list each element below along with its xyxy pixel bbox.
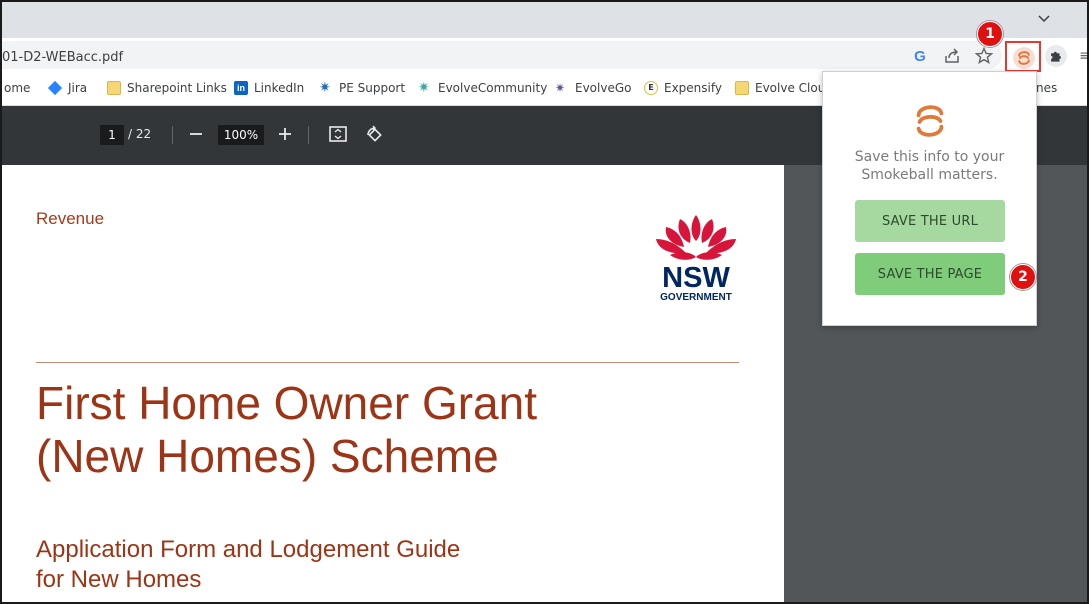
smokeball-extension-button[interactable] [1005, 41, 1041, 72]
toolbar: 01-D2-WEBacc.pdf G ≡ [2, 38, 1087, 72]
bookmark-overflow[interactable]: nes [1036, 81, 1057, 95]
bookmark-sharepoint-links[interactable]: Sharepoint Links [107, 81, 227, 95]
bookmark-evolvecommunity[interactable]: ✷ EvolveCommunity [418, 81, 547, 95]
save-page-button[interactable]: SAVE THE PAGE [855, 253, 1005, 295]
title-line-2: (New Homes) Scheme [36, 430, 499, 482]
fit-to-page-icon[interactable] [327, 123, 349, 145]
nsw-logo-text: NSW [662, 262, 730, 294]
bookmark-home[interactable]: ome [4, 81, 30, 95]
address-bar[interactable]: 01-D2-WEBacc.pdf [2, 41, 1002, 69]
folder-icon [107, 81, 121, 95]
browser-menu-icon[interactable]: ≡ [1075, 46, 1087, 66]
subtitle-line-2: for New Homes [36, 566, 202, 593]
gear-icon: ✷ [319, 80, 331, 96]
page-total: / 22 [128, 127, 152, 141]
bookmark-star-icon[interactable] [974, 46, 994, 66]
subtitle-line-1: Application Form and Lodgement Guide [36, 536, 461, 563]
address-text[interactable]: 01-D2-WEBacc.pdf [2, 50, 123, 65]
zoom-input[interactable]: 100% [218, 125, 264, 145]
google-lens-icon[interactable]: G [910, 46, 930, 66]
toolbar-divider [172, 126, 173, 144]
tab-strip [2, 2, 1087, 38]
popup-message-line-1: Save this info to your [854, 149, 1005, 165]
government-logo-text: GOVERNMENT [660, 292, 732, 303]
title-line-1: First Home Owner Grant [36, 377, 537, 429]
bookmark-label: Sharepoint Links [127, 81, 227, 95]
bookmark-linkedin[interactable]: in LinkedIn [234, 81, 304, 95]
bookmark-label: PE Support [339, 81, 406, 95]
bookmark-evolvego[interactable]: ✷ EvolveGo [555, 81, 631, 95]
linkedin-icon: in [234, 81, 248, 95]
document-subtitle: Application Form and Lodgement Guide for… [36, 535, 460, 595]
chevron-down-icon[interactable] [1032, 8, 1056, 30]
smokeball-popup: Save this info to your Smokeball matters… [822, 71, 1037, 326]
bookmark-pe-support[interactable]: ✷ PE Support [319, 81, 405, 95]
browser-window: 01-D2-WEBacc.pdf G ≡ [0, 0, 1089, 604]
bookmark-label: Jira [68, 81, 88, 95]
gear-icon: ✷ [555, 81, 566, 95]
bookmark-label: EvolveCommunity [438, 81, 548, 95]
page-number-input[interactable]: 1 [100, 125, 124, 145]
bookmark-jira[interactable]: Jira [47, 80, 88, 96]
bookmark-label: ome [4, 81, 31, 95]
bookmark-label: nes [1036, 81, 1058, 95]
document-title: First Home Owner Grant (New Homes) Schem… [36, 377, 537, 483]
revenue-label: Revenue [36, 209, 105, 228]
smokeball-icon [1013, 47, 1035, 69]
pdf-page: Revenue NSW GOVERNMENT First Home Owner … [2, 165, 784, 602]
bookmark-label: LinkedIn [254, 81, 305, 95]
share-icon[interactable] [942, 46, 962, 66]
extensions-puzzle-icon[interactable] [1045, 45, 1067, 67]
bookmark-label: EvolveGo [575, 81, 632, 95]
nsw-government-logo: NSW GOVERNMENT [656, 215, 736, 303]
step-marker-2: 2 [1010, 264, 1036, 290]
popup-message-line-2: Smokeball matters. [861, 167, 998, 183]
jira-icon [47, 80, 63, 96]
smokeball-logo-icon [916, 105, 944, 137]
bookmark-evolve-cloud[interactable]: Evolve Cloud [735, 81, 833, 95]
save-url-button[interactable]: SAVE THE URL [855, 200, 1005, 242]
divider-line [36, 362, 739, 363]
zoom-in-icon[interactable] [274, 123, 296, 145]
zoom-out-icon[interactable] [185, 123, 207, 145]
folder-icon [735, 81, 749, 95]
expensify-icon: E [644, 81, 658, 95]
gear-icon: ✷ [418, 80, 430, 96]
rotate-icon[interactable] [363, 123, 385, 145]
bookmark-label: Expensify [664, 81, 722, 95]
bookmark-expensify[interactable]: E Expensify [644, 81, 722, 95]
toolbar-divider [308, 126, 309, 144]
step-marker-1: 1 [977, 21, 1003, 47]
popup-message: Save this info to your Smokeball matters… [823, 148, 1036, 184]
